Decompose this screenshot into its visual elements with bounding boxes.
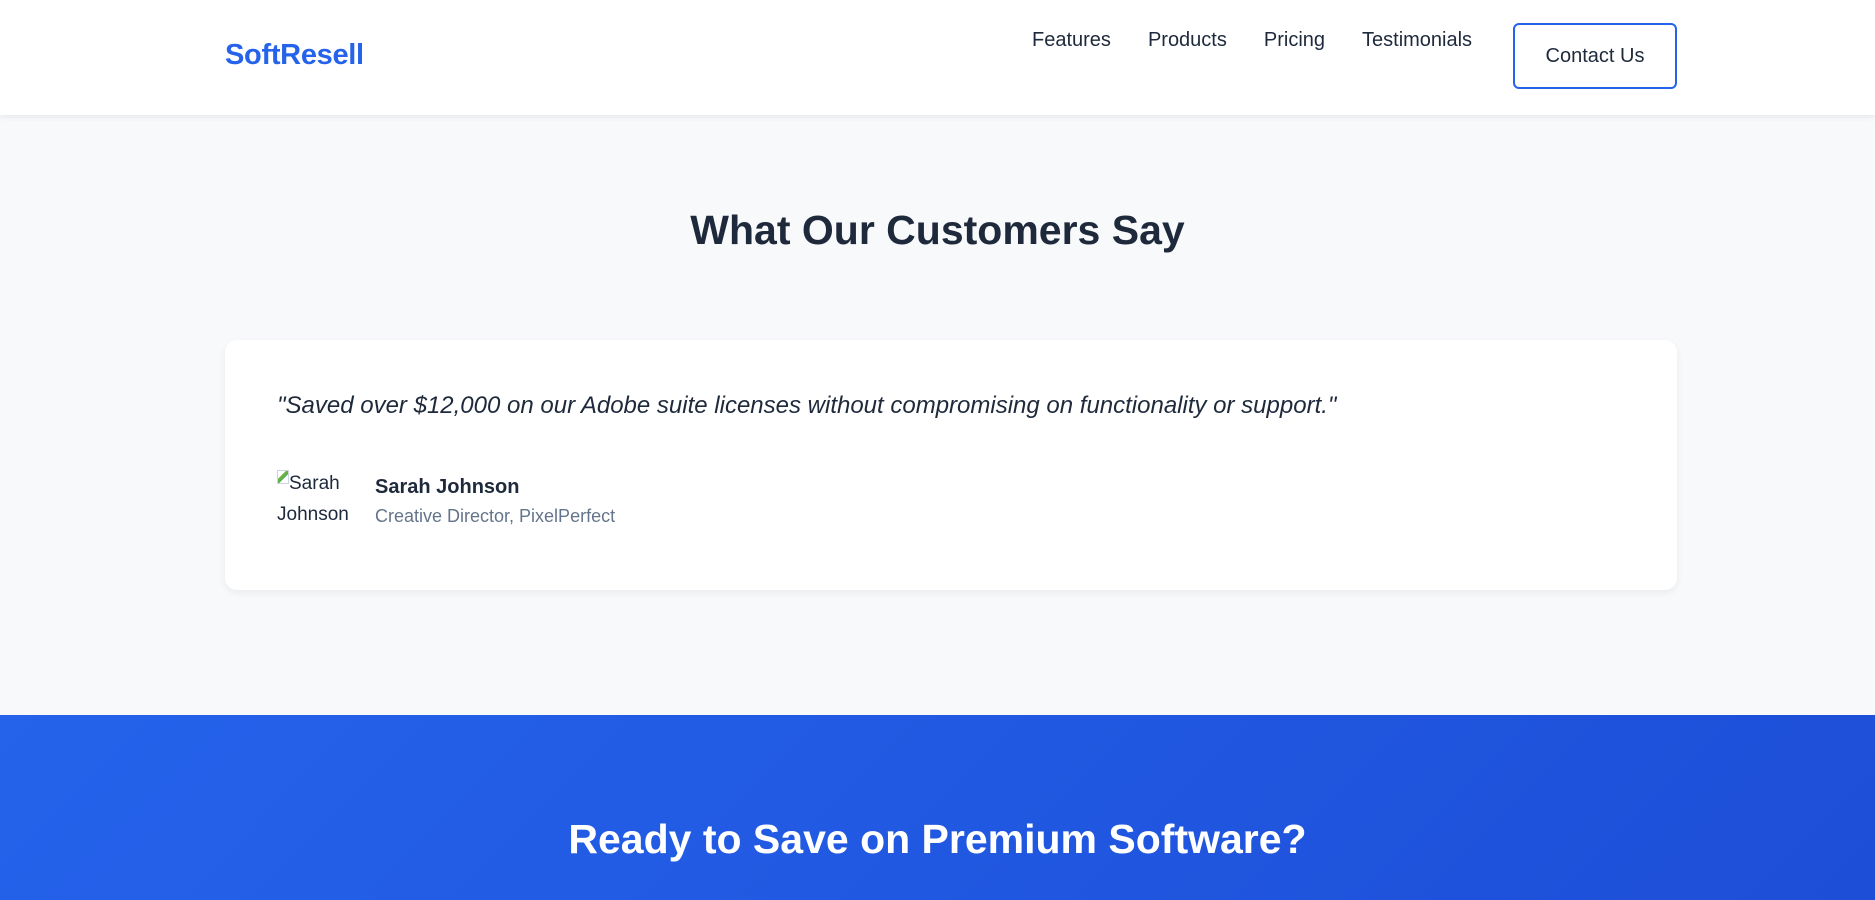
main-nav: Features Products Pricing Testimonials <box>1032 26 1509 54</box>
cta-section: Ready to Save on Premium Software? <box>0 715 1875 900</box>
testimonials-section: What Our Customers Say "Saved over $12,0… <box>0 115 1875 715</box>
site-header: SoftResell Features Products Pricing Tes… <box>0 0 1875 115</box>
author-name: Sarah Johnson <box>375 476 520 498</box>
testimonial-quote: "Saved over $12,000 on our Adobe suite l… <box>277 392 1337 419</box>
contact-us-button[interactable]: Contact Us <box>1513 23 1677 89</box>
nav-link-pricing[interactable]: Pricing <box>1264 26 1325 54</box>
broken-image-icon <box>277 470 289 484</box>
nav-link-features[interactable]: Features <box>1032 26 1111 54</box>
nav-link-products[interactable]: Products <box>1148 26 1227 54</box>
author-role: Creative Director, PixelPerfect <box>375 506 616 526</box>
nav-link-testimonials[interactable]: Testimonials <box>1362 26 1472 54</box>
testimonial-card: "Saved over $12,000 on our Adobe suite l… <box>225 340 1677 590</box>
section-title: What Our Customers Say <box>690 207 1185 253</box>
avatar: Sarah Johnson <box>277 468 351 530</box>
logo[interactable]: SoftResell <box>225 39 364 72</box>
cta-title: Ready to Save on Premium Software? <box>568 816 1307 862</box>
